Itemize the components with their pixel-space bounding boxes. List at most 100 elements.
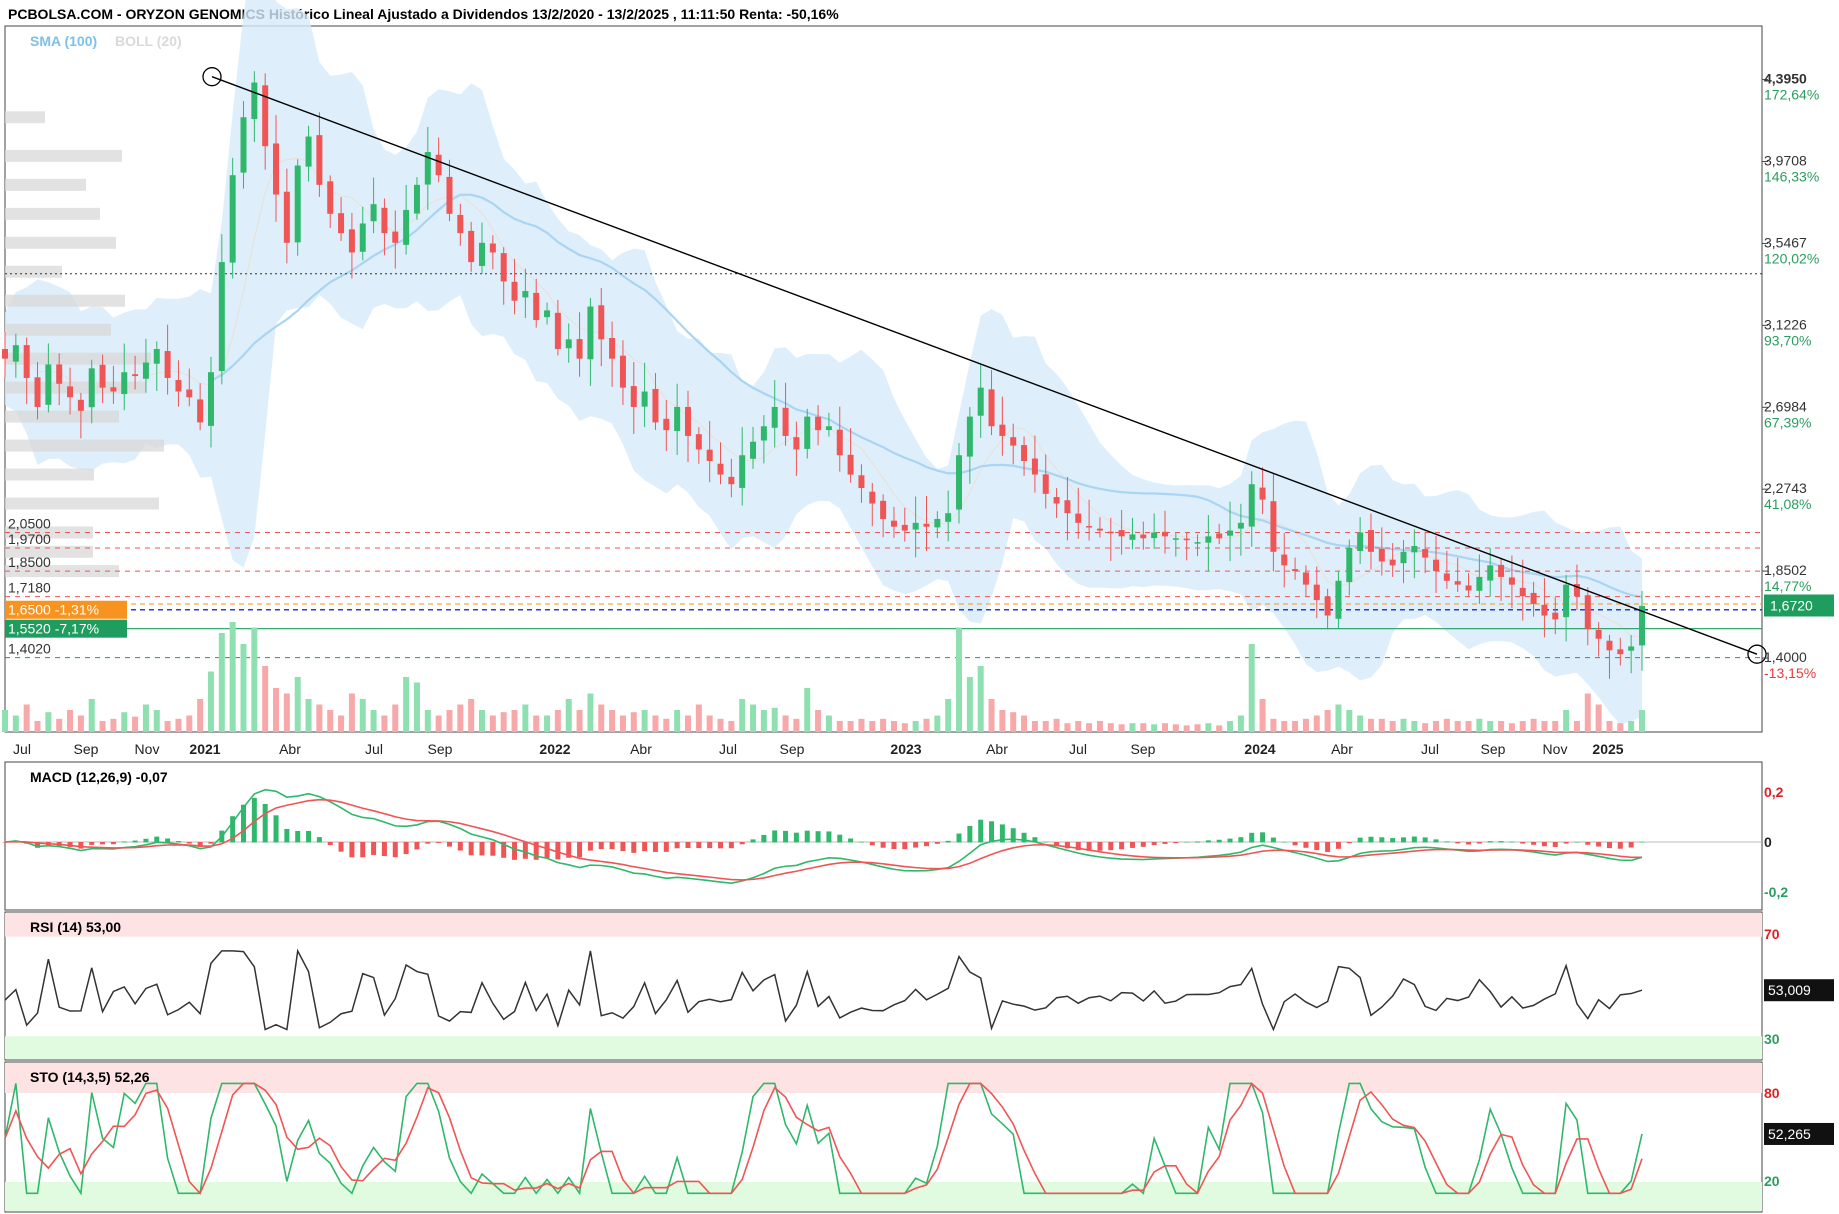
macd-histogram-bar: [425, 842, 431, 844]
candle: [1324, 596, 1331, 616]
macd-histogram-bar: [1043, 841, 1049, 843]
macd-histogram-bar: [1574, 841, 1580, 843]
candle: [565, 339, 572, 349]
volume-bar: [1172, 724, 1179, 732]
macd-histogram-bar: [371, 842, 377, 855]
candle: [175, 380, 182, 392]
x-tick-label: Abr: [630, 741, 652, 757]
volume-bar: [316, 704, 323, 732]
x-tick-label: Jul: [719, 741, 737, 757]
volume-bar: [1161, 723, 1168, 732]
macd-histogram-bar: [479, 842, 485, 856]
macd-histogram-bar: [967, 825, 973, 843]
macd-histogram-bar: [414, 842, 420, 850]
x-tick-label: Sep: [1481, 741, 1506, 757]
macd-histogram-bar: [739, 842, 745, 845]
candle: [1628, 646, 1635, 651]
candle: [1281, 554, 1288, 566]
y-tick-label: 3,5467: [1764, 234, 1807, 250]
sto-tick-label: 20: [1764, 1173, 1780, 1189]
volume-bar: [1107, 723, 1114, 732]
level-label: 2,0500: [8, 515, 51, 531]
macd-histogram-bar: [989, 821, 995, 843]
volume-bar: [1530, 718, 1537, 732]
volume-bar: [619, 715, 626, 732]
candle: [1476, 576, 1483, 591]
macd-histogram-bar: [1455, 842, 1461, 844]
x-tick-label: Nov: [1543, 741, 1568, 757]
volume-bar: [923, 718, 930, 732]
macd-histogram-bar: [858, 841, 864, 843]
macd-histogram-bar: [1422, 837, 1428, 843]
volume-bar: [706, 715, 713, 732]
panel-title: RSI (14) 53,00: [30, 919, 121, 935]
volume-bar: [413, 682, 420, 732]
candle: [1530, 592, 1537, 604]
volume-bar: [251, 627, 258, 732]
overbought-zone: [5, 1063, 1762, 1093]
stock-chart[interactable]: 2,05001,9700 1,8500 1,7180 1,4020 SMA (100) B…: [0, 0, 1839, 1214]
macd-histogram-bar: [761, 834, 767, 843]
volume-bar: [1324, 710, 1331, 732]
panel-title: MACD (12,26,9) -0,07: [30, 769, 168, 785]
candle: [348, 229, 355, 253]
candle: [1367, 530, 1374, 552]
volume-bar: [1411, 721, 1418, 732]
macd-histogram-bar: [100, 842, 106, 845]
candle: [479, 242, 486, 266]
macd-histogram-bar: [945, 840, 951, 843]
macd-histogram-bar: [1281, 841, 1287, 843]
volume-bar: [641, 710, 648, 732]
macd-histogram-bar: [837, 834, 843, 843]
volume-bar: [1064, 723, 1071, 732]
y-tick-label: 3,9708: [1764, 153, 1807, 169]
macd-histogram-bar: [1260, 832, 1266, 843]
candle: [977, 387, 984, 416]
volume-bar: [240, 644, 247, 732]
macd-histogram-bar: [262, 803, 268, 843]
volume-bar: [890, 721, 897, 732]
macd-histogram-bar: [652, 842, 658, 852]
y-tick-pct: 67,39%: [1764, 414, 1811, 430]
candle: [1248, 484, 1255, 527]
macd-histogram-bar: [913, 842, 919, 848]
volume-bar: [348, 693, 355, 732]
volume-bar: [229, 622, 236, 732]
candle: [652, 388, 659, 423]
volume-profile-bar: [5, 294, 125, 307]
volume-bar: [966, 677, 973, 732]
candle: [771, 406, 778, 428]
macd-histogram-bar: [750, 839, 756, 843]
volume-bar: [67, 710, 74, 732]
candle: [1021, 445, 1028, 462]
volume-bar: [56, 718, 63, 732]
volume-bar: [804, 688, 811, 732]
volume-bar: [1248, 644, 1255, 732]
volume-profile-bar: [5, 149, 122, 162]
volume-bar: [1053, 718, 1060, 732]
volume-bar: [1454, 721, 1461, 732]
candle: [1205, 536, 1212, 543]
macd-histogram-bar: [609, 842, 615, 850]
volume-bar: [1573, 721, 1580, 732]
volume-bar: [1151, 724, 1158, 732]
volume-bar: [1628, 721, 1635, 732]
volume-bar: [750, 704, 757, 732]
volume-bar: [1508, 723, 1515, 732]
sto-current-label: 52,265: [1768, 1126, 1811, 1142]
candle: [554, 312, 561, 350]
candle: [1508, 577, 1515, 585]
macd-histogram-bar: [1444, 841, 1450, 843]
candle: [2, 349, 8, 359]
volume-bar: [782, 715, 789, 732]
macd-histogram-bar: [674, 842, 680, 849]
candle: [869, 491, 876, 504]
candle: [1346, 547, 1353, 583]
volume-bar: [609, 710, 616, 732]
candle: [34, 377, 41, 407]
macd-histogram-bar: [89, 842, 95, 845]
candle: [1270, 501, 1277, 552]
volume-bar: [598, 704, 605, 732]
volume-bar: [1205, 723, 1212, 732]
volume-bar: [435, 715, 442, 732]
